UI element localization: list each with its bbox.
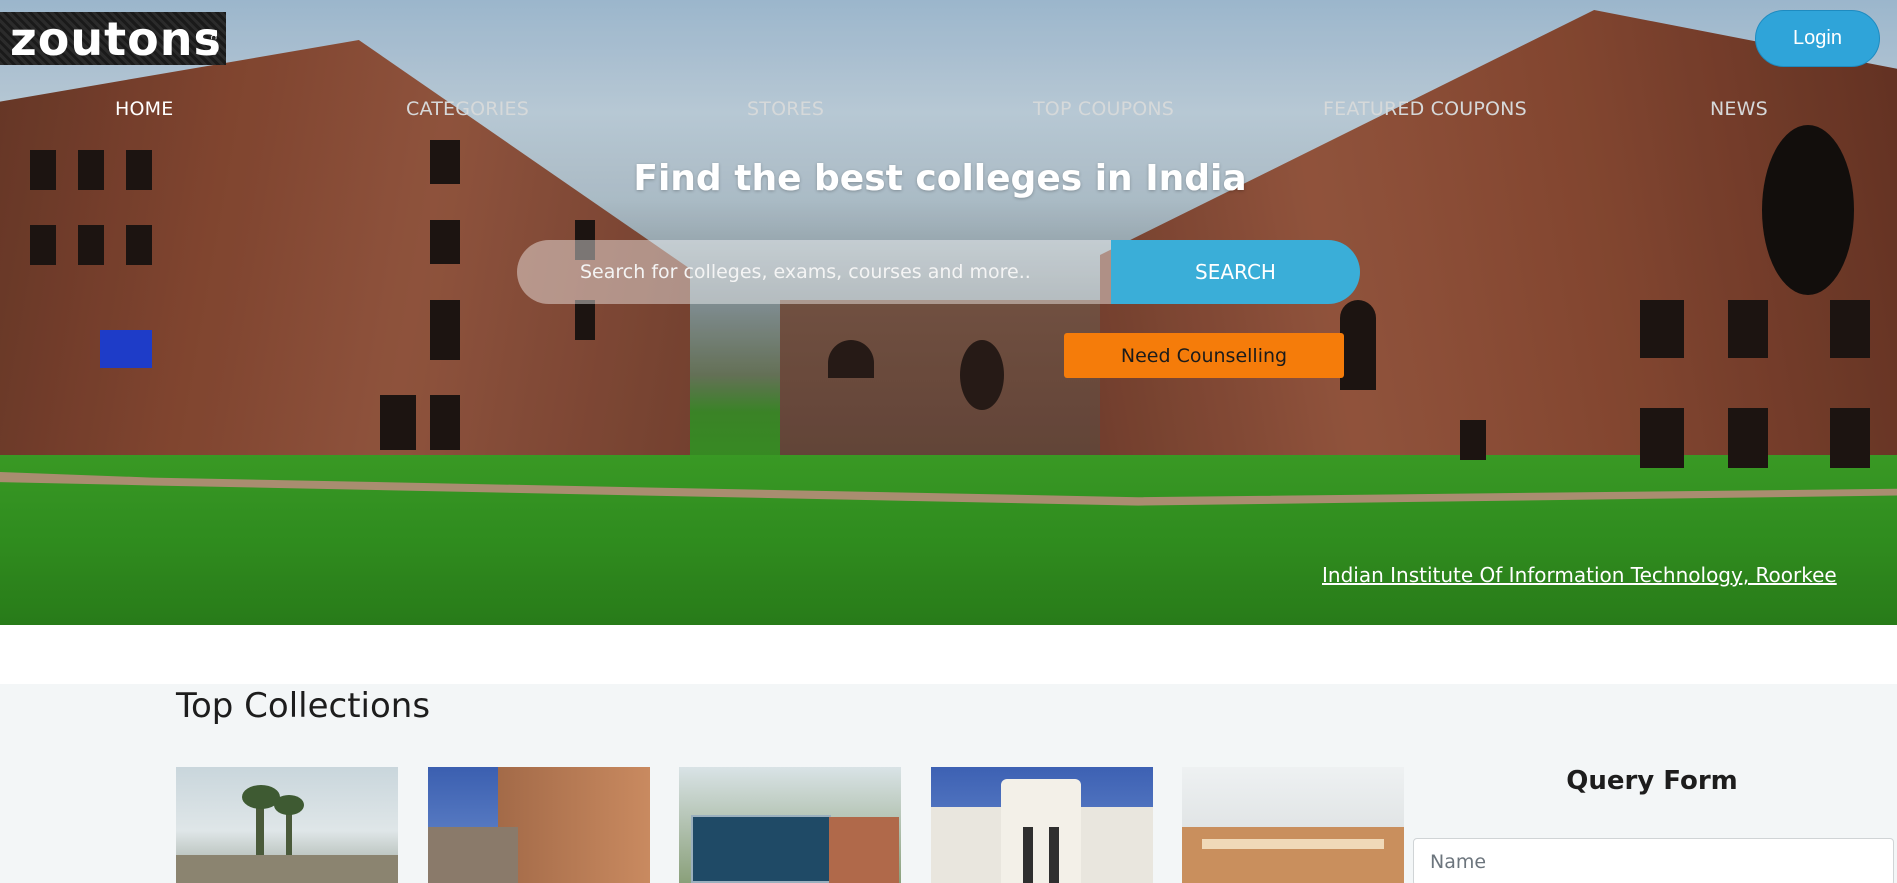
nav-item-stores[interactable]: STORES <box>747 98 824 120</box>
login-button[interactable]: Login <box>1755 10 1880 67</box>
nav-item-news[interactable]: NEWS <box>1710 98 1768 120</box>
hero-overlay <box>0 0 1897 625</box>
logo-suffix: .com <box>208 31 220 56</box>
collection-card[interactable] <box>176 767 398 883</box>
collection-card[interactable] <box>931 767 1153 883</box>
section-title-top-collections: Top Collections <box>176 686 431 726</box>
nav-item-top-coupons[interactable]: TOP COUPONS <box>1033 98 1174 120</box>
hero-banner: zoutons .com Login HOME CATEGORIES STORE… <box>0 0 1897 625</box>
search-bar: SEARCH <box>517 240 1360 304</box>
nav-item-home[interactable]: HOME <box>115 98 173 120</box>
nav-item-categories[interactable]: CATEGORIES <box>406 98 529 120</box>
collection-card[interactable] <box>679 767 901 883</box>
logo-text: zoutons <box>10 11 222 66</box>
need-counselling-button[interactable]: Need Counselling <box>1064 333 1344 378</box>
name-field[interactable] <box>1413 838 1894 883</box>
search-button[interactable]: SEARCH <box>1111 240 1360 304</box>
hero-headline: Find the best colleges in India <box>633 158 1247 199</box>
hero-background-image <box>0 0 1897 625</box>
zoutons-logo[interactable]: zoutons .com <box>0 12 226 65</box>
collection-card[interactable] <box>1182 767 1404 883</box>
nav-item-featured-coupons[interactable]: FEATURED COUPONS <box>1323 98 1527 120</box>
search-input[interactable] <box>517 240 1111 304</box>
collection-card[interactable] <box>428 767 650 883</box>
hero-caption-link[interactable]: Indian Institute Of Information Technolo… <box>1322 563 1837 587</box>
query-form-title: Query Form <box>1566 766 1738 796</box>
